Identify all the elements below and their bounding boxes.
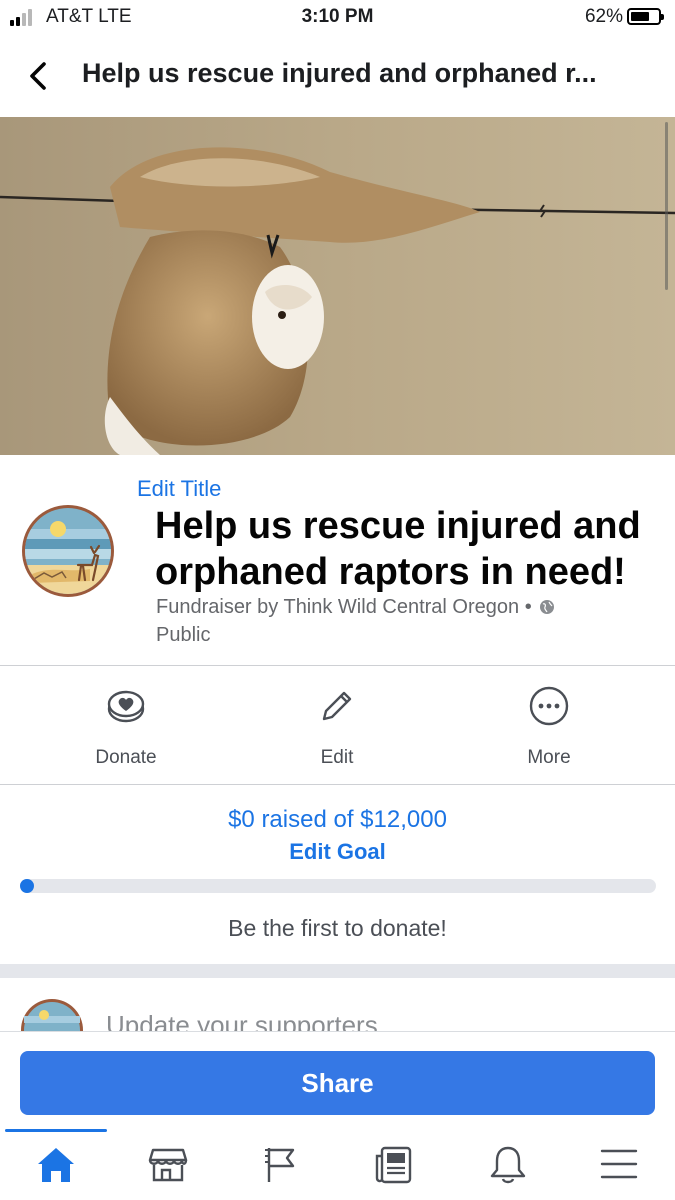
battery-percentage: 62% (584, 6, 623, 27)
cover-photo[interactable] (0, 117, 675, 455)
tab-marketplace[interactable] (140, 1142, 196, 1188)
share-button[interactable]: Share (20, 1051, 655, 1115)
organization-avatar[interactable] (20, 503, 116, 599)
battery-icon (627, 8, 664, 25)
bottom-bar: Share (0, 1031, 675, 1200)
news-feed-icon (375, 1146, 412, 1184)
donate-prompt: Be the first to donate! (228, 915, 447, 941)
fundraiser-meta: Fundraiser by Think Wild Central Oregon … (156, 594, 646, 648)
action-bar: Donate Edit More (0, 667, 675, 784)
donate-heart-icon (107, 690, 145, 723)
status-bar: AT&T LTE 3:10 PM 62% (0, 0, 675, 36)
tab-menu[interactable] (591, 1142, 647, 1188)
goal-progress-bar (20, 879, 656, 893)
more-button[interactable]: More (469, 685, 629, 769)
clock: 3:10 PM (301, 6, 374, 27)
menu-icon (600, 1149, 638, 1179)
organizer-text[interactable]: Fundraiser by Think Wild Central Oregon (156, 596, 519, 618)
chevron-left-icon (30, 62, 46, 90)
goal-progress-text: $0 raised of $12,000 (228, 806, 447, 833)
fundraiser-title: Help us rescue injured and orphaned rapt… (155, 505, 641, 593)
tab-home[interactable] (28, 1142, 84, 1188)
home-icon (38, 1148, 74, 1182)
navigation-bar: Help us rescue injured and orphaned r... (0, 36, 675, 116)
more-dots-icon (529, 686, 569, 726)
meta-separator: • (524, 596, 532, 618)
donate-label: Donate (95, 747, 157, 768)
pencil-icon (322, 691, 352, 721)
pages-flag-icon (265, 1148, 295, 1182)
update-avatar (20, 998, 84, 1032)
tab-news[interactable] (366, 1142, 422, 1188)
edit-goal-link[interactable]: Edit Goal (0, 839, 675, 865)
tab-pages[interactable] (253, 1142, 309, 1188)
edit-button[interactable]: Edit (257, 685, 417, 769)
marketplace-icon (148, 1148, 188, 1182)
active-tab-indicator (5, 1129, 107, 1132)
donate-button[interactable]: Donate (46, 685, 206, 769)
more-label: More (527, 747, 571, 768)
scroll-indicator (665, 122, 668, 290)
page-title: Help us rescue injured and orphaned r... (82, 58, 597, 88)
edit-label: Edit (320, 747, 354, 768)
goal-progress-fill (20, 879, 34, 893)
notifications-bell-icon (490, 1146, 526, 1184)
section-separator (0, 964, 675, 978)
divider (0, 665, 675, 666)
tab-notifications[interactable] (480, 1142, 536, 1188)
visibility-text: Public (156, 624, 211, 646)
edit-title-link[interactable]: Edit Title (137, 476, 221, 502)
back-button[interactable] (26, 58, 54, 94)
divider (0, 784, 675, 785)
update-supporters-input[interactable]: Update your supporters (106, 1010, 378, 1032)
globe-icon (539, 596, 555, 622)
